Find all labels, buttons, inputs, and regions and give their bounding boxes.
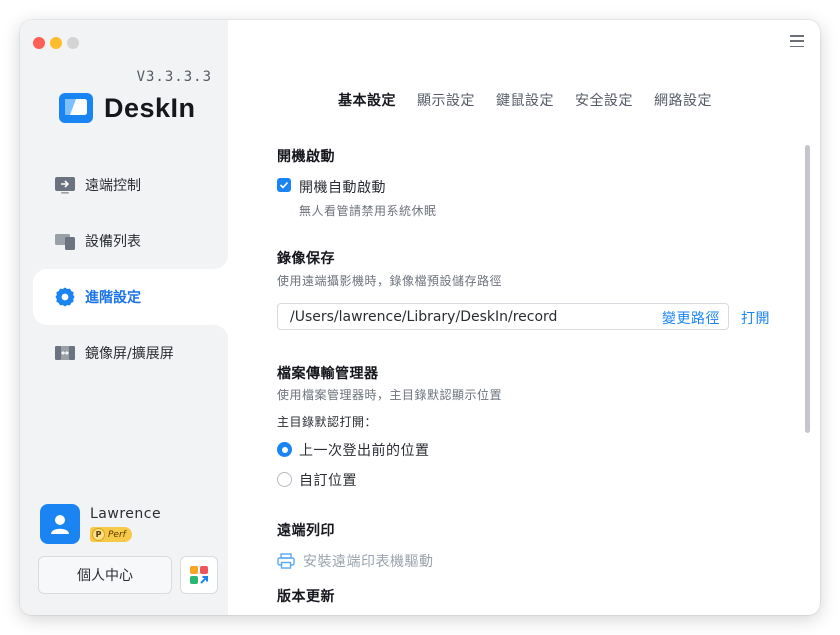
sidebar: V3.3.3.3 DeskIn 遠端控制 設備列表 進階設定 鏡像屏/擴展屏 L… bbox=[20, 20, 228, 615]
auto-start-hint: 無人看管請禁用系統休眠 bbox=[299, 204, 437, 218]
auto-start-checkbox[interactable] bbox=[277, 178, 291, 192]
change-path-button[interactable]: 變更路徑 bbox=[662, 308, 720, 328]
sidebar-item-label: 進階設定 bbox=[85, 290, 141, 306]
user-info: Lawrence P Perf bbox=[40, 504, 161, 544]
file-manager-description: 使用檔案管理器時，主目錄默認顯示位置 bbox=[277, 388, 503, 402]
auto-start-label: 開機自動啟動 bbox=[299, 180, 386, 196]
sidebar-item-label: 設備列表 bbox=[85, 234, 141, 250]
startup-section-title: 開機啟動 bbox=[277, 149, 335, 165]
mirror-screen-icon bbox=[54, 342, 76, 364]
user-name: Lawrence bbox=[90, 506, 162, 522]
content-scrollbar[interactable] bbox=[805, 145, 810, 433]
sidebar-nav: 遠端控制 設備列表 進階設定 鏡像屏/擴展屏 bbox=[20, 157, 228, 381]
zoom-window-button[interactable] bbox=[67, 37, 79, 49]
deskin-logo-icon bbox=[59, 93, 93, 123]
custom-location-radio[interactable] bbox=[277, 472, 292, 487]
user-avatar-icon bbox=[51, 515, 69, 534]
tab-keyboard-mouse-settings[interactable]: 鍵鼠設定 bbox=[496, 90, 554, 110]
app-window: V3.3.3.3 DeskIn 遠端控制 設備列表 進階設定 鏡像屏/擴展屏 L… bbox=[20, 20, 820, 615]
printing-section-title: 遠端列印 bbox=[277, 523, 335, 539]
badge-text: Perf bbox=[108, 529, 126, 540]
apps-button[interactable] bbox=[180, 556, 218, 594]
file-manager-section-title: 檔案傳輸管理器 bbox=[277, 366, 379, 382]
recording-description: 使用遠端攝影機時，錄像檔預設儲存路徑 bbox=[277, 274, 503, 288]
update-section-title: 版本更新 bbox=[277, 589, 335, 605]
last-location-label: 上一次登出前的位置 bbox=[299, 443, 430, 459]
open-folder-button[interactable]: 打開 bbox=[741, 308, 770, 328]
device-list-icon bbox=[54, 230, 76, 252]
apps-grid-icon bbox=[190, 566, 208, 584]
recording-section-title: 錄像保存 bbox=[277, 251, 335, 267]
badge-letter: P bbox=[92, 528, 105, 541]
install-printer-driver-label: 安裝遠端印表機驅動 bbox=[303, 554, 434, 570]
last-location-radio[interactable] bbox=[277, 442, 292, 457]
app-name: DeskIn bbox=[104, 92, 196, 123]
minimize-window-button[interactable] bbox=[50, 37, 62, 49]
app-version: V3.3.3.3 bbox=[136, 69, 212, 85]
checkmark-icon bbox=[279, 181, 289, 189]
settings-tabs: 基本設定 顯示設定 鍵鼠設定 安全設定 網路設定 bbox=[338, 90, 733, 110]
sidebar-item-device-list[interactable]: 設備列表 bbox=[20, 213, 228, 269]
tab-display-settings[interactable]: 顯示設定 bbox=[417, 90, 475, 110]
tab-basic-settings[interactable]: 基本設定 bbox=[338, 90, 396, 110]
sidebar-item-label: 遠端控制 bbox=[85, 178, 141, 194]
sidebar-item-advanced-settings[interactable]: 進階設定 bbox=[33, 269, 228, 325]
recording-path-value: /Users/lawrence/Library/DeskIn/record bbox=[290, 308, 558, 325]
sidebar-item-label: 鏡像屏/擴展屏 bbox=[85, 346, 174, 362]
close-window-button[interactable] bbox=[33, 37, 45, 49]
printer-icon bbox=[277, 553, 295, 569]
tab-network-settings[interactable]: 網路設定 bbox=[654, 90, 712, 110]
app-logo: DeskIn bbox=[56, 88, 196, 128]
custom-location-label: 自訂位置 bbox=[299, 473, 357, 489]
install-printer-driver-button[interactable]: 安裝遠端印表機驅動 bbox=[277, 551, 434, 571]
default-directory-label: 主目錄默認打開： bbox=[277, 415, 378, 429]
window-controls bbox=[33, 37, 79, 49]
sidebar-item-remote-control[interactable]: 遠端控制 bbox=[20, 157, 228, 213]
hamburger-menu-icon[interactable] bbox=[790, 35, 804, 47]
profile-center-button[interactable]: 個人中心 bbox=[38, 556, 172, 594]
avatar[interactable] bbox=[40, 504, 80, 544]
tab-security-settings[interactable]: 安全設定 bbox=[575, 90, 633, 110]
remote-control-icon bbox=[54, 174, 76, 196]
perf-badge: P Perf bbox=[90, 527, 132, 542]
sidebar-item-mirror-screen[interactable]: 鏡像屏/擴展屏 bbox=[20, 325, 228, 381]
settings-gear-icon bbox=[54, 286, 76, 308]
